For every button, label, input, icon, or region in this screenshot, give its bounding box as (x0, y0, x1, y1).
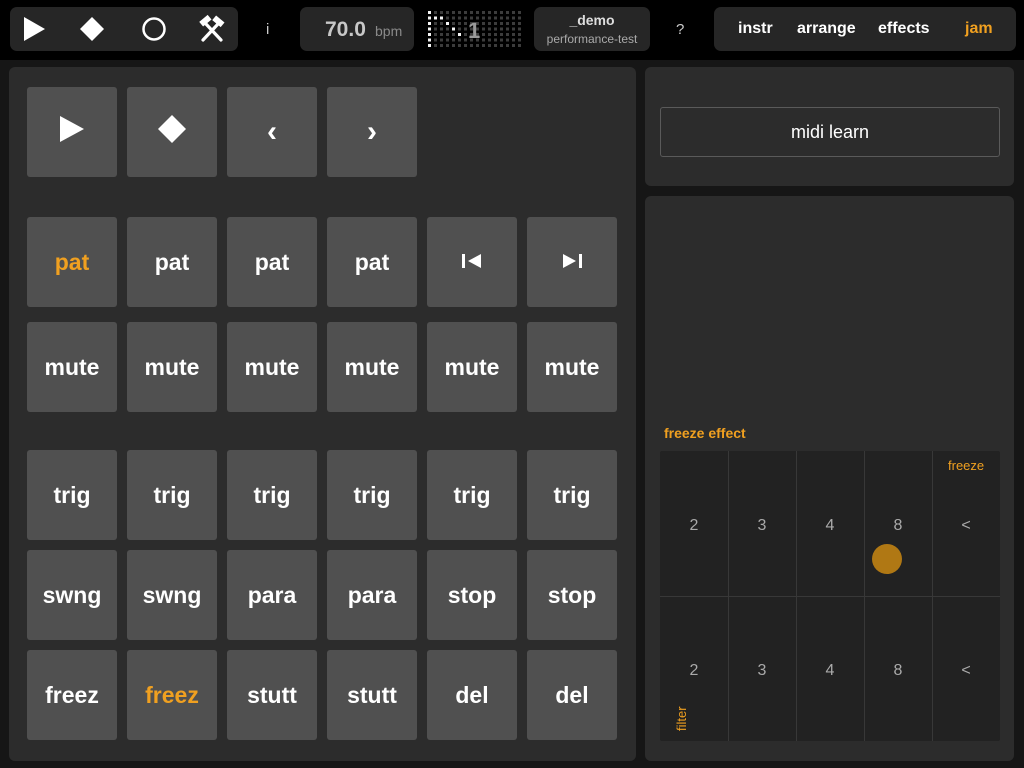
skip-start-icon (459, 249, 485, 276)
xy-top-value: 4 (825, 517, 835, 534)
pad-mute-2[interactable]: mute (127, 322, 217, 412)
stop-icon (157, 114, 187, 150)
effect-title: freeze effect (664, 425, 746, 441)
xy-bottom-value: 3 (757, 662, 767, 679)
xy-top-value: 2 (689, 517, 699, 534)
tab-arrange[interactable]: arrange (797, 20, 856, 38)
tools-button[interactable] (188, 7, 236, 51)
pad-play-button[interactable] (27, 87, 117, 177)
tab-instr[interactable]: instr (738, 20, 773, 38)
tools-icon (197, 14, 227, 44)
pad-skip-start-button[interactable] (427, 217, 517, 307)
pad-trig-2[interactable]: trig (127, 450, 217, 540)
skip-end-icon (559, 249, 585, 276)
xy-top-value: 3 (757, 517, 767, 534)
transport-group (10, 7, 238, 51)
grid-line (660, 596, 1000, 597)
pad-stutter-1[interactable]: stutt (227, 650, 317, 740)
play-icon (58, 114, 86, 150)
pad-para-1[interactable]: para (227, 550, 317, 640)
mode-tabs: instr arrange effects jam (714, 7, 1016, 51)
pad-mute-6[interactable]: mute (527, 322, 617, 412)
project-subtitle: performance-test (546, 32, 638, 46)
pad-pat-2[interactable]: pat (127, 217, 217, 307)
bpm-value: 70.0 (325, 18, 366, 41)
project-display[interactable]: _demo performance-test (534, 7, 650, 51)
pad-mute-3[interactable]: mute (227, 322, 317, 412)
pad-skip-end-button[interactable] (527, 217, 617, 307)
xy-y-axis-label: filter (674, 706, 689, 731)
pad-pat-4[interactable]: pat (327, 217, 417, 307)
play-icon (22, 16, 46, 42)
pad-trig-1[interactable]: trig (27, 450, 117, 540)
pad-swing-2[interactable]: swng (127, 550, 217, 640)
pad-mute-1[interactable]: mute (27, 322, 117, 412)
xy-top-value: < (961, 517, 971, 534)
play-button[interactable] (10, 7, 58, 51)
tab-effects[interactable]: effects (878, 20, 930, 38)
pad-para-2[interactable]: para (327, 550, 417, 640)
pad-next-button[interactable]: › (327, 87, 417, 177)
stop-button[interactable] (68, 7, 116, 51)
top-bar: i 70.0 bpm 1 _demo performance-test ? in… (0, 0, 1024, 60)
xy-bottom-value: 2 (689, 662, 699, 679)
pad-delay-1[interactable]: del (427, 650, 517, 740)
xy-bottom-value: < (961, 662, 971, 679)
pad-stutter-2[interactable]: stutt (327, 650, 417, 740)
xy-cursor-handle[interactable] (872, 544, 902, 574)
pad-swing-1[interactable]: swng (27, 550, 117, 640)
freeze-xy-pad[interactable]: freeze filter 2 3 4 8 < 2 3 4 8 < (660, 451, 1000, 741)
info-button[interactable]: i (266, 21, 269, 38)
pad-pat-1[interactable]: pat (27, 217, 117, 307)
bpm-unit: bpm (375, 23, 403, 39)
pad-stop-2[interactable]: stop (527, 550, 617, 640)
pad-stop-button[interactable] (127, 87, 217, 177)
pad-prev-button[interactable]: ‹ (227, 87, 317, 177)
record-button[interactable] (130, 7, 178, 51)
xy-x-axis-label: freeze (948, 458, 985, 473)
pad-trig-4[interactable]: trig (327, 450, 417, 540)
xy-bottom-value: 8 (893, 662, 903, 679)
record-icon (141, 16, 167, 42)
tempo-display[interactable]: 70.0 bpm (300, 7, 414, 51)
pad-stop-1[interactable]: stop (427, 550, 517, 640)
midi-learn-button[interactable]: midi learn (660, 107, 1000, 157)
pad-trig-3[interactable]: trig (227, 450, 317, 540)
pad-mute-5[interactable]: mute (427, 322, 517, 412)
pattern-display[interactable]: 1 (424, 7, 524, 51)
stop-icon (79, 16, 105, 42)
pattern-number: 1 (468, 18, 481, 43)
pad-mute-4[interactable]: mute (327, 322, 417, 412)
xy-top-value: 8 (893, 517, 903, 534)
pad-freeze-1[interactable]: freez (27, 650, 117, 740)
pad-pat-3[interactable]: pat (227, 217, 317, 307)
help-button[interactable]: ? (676, 21, 684, 38)
pad-trig-6[interactable]: trig (527, 450, 617, 540)
pad-freeze-2[interactable]: freez (127, 650, 217, 740)
project-title: _demo (569, 12, 615, 28)
tab-jam[interactable]: jam (965, 20, 993, 38)
xy-bottom-value: 4 (825, 662, 835, 679)
pad-trig-5[interactable]: trig (427, 450, 517, 540)
pad-delay-2[interactable]: del (527, 650, 617, 740)
